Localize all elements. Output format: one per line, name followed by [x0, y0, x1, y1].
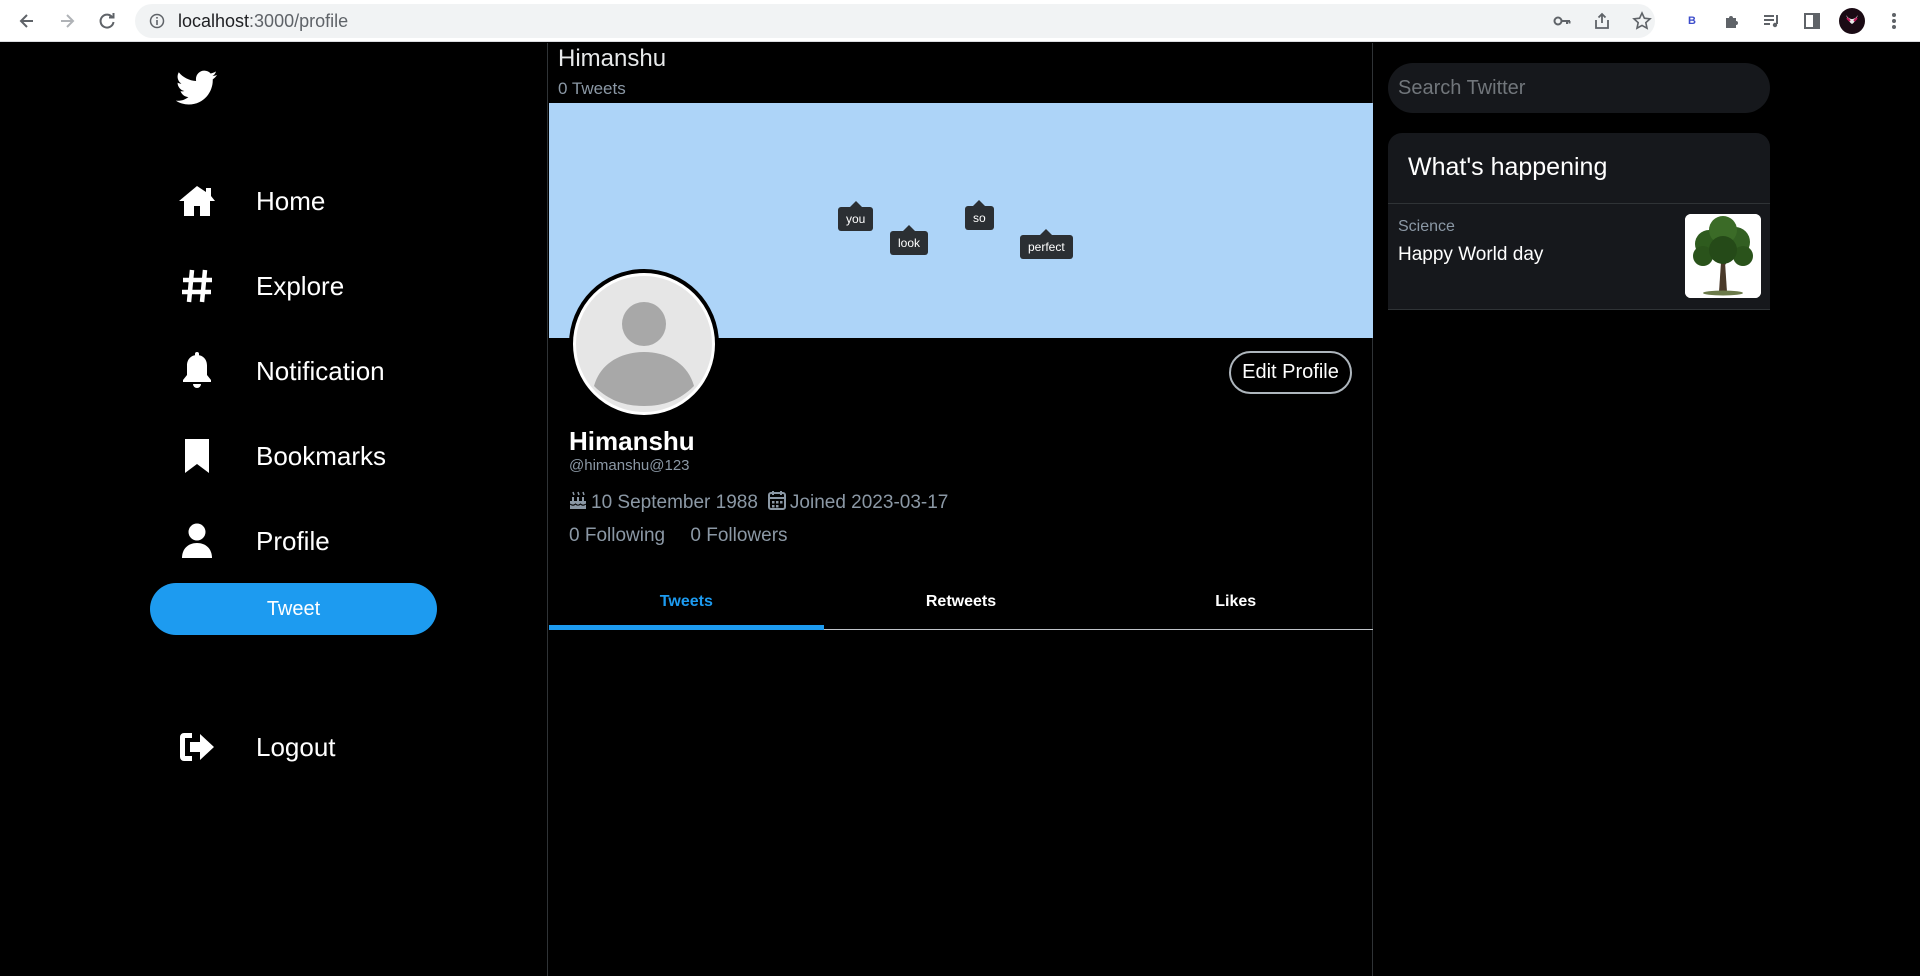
banner-tag: perfect	[1020, 229, 1073, 259]
address-bar[interactable]: localhost:3000/profile	[135, 4, 1655, 38]
site-info-icon[interactable]	[149, 13, 165, 34]
reload-icon[interactable]	[93, 7, 121, 35]
following-count[interactable]: 0 Following	[569, 525, 665, 546]
banner-tag: you	[838, 201, 874, 231]
nav-label-notification: Notification	[256, 355, 385, 386]
nav-explore[interactable]: Explore	[176, 261, 344, 311]
profile-avatar[interactable]	[569, 269, 719, 419]
back-icon[interactable]	[13, 7, 41, 35]
calendar-icon	[767, 490, 790, 516]
app-root: Home Explore Notification Bookmarks Prof…	[0, 43, 1920, 976]
menu-dots-icon[interactable]	[1880, 7, 1908, 35]
joined-info: Joined 2023-03-17	[767, 490, 949, 516]
key-icon[interactable]	[1548, 7, 1576, 35]
search-input[interactable]	[1388, 63, 1770, 113]
tab-retweets[interactable]: Retweets	[824, 575, 1099, 629]
birthday-text: 10 September 1988	[591, 492, 758, 513]
profile-name: Himanshu	[569, 426, 695, 456]
header-name: Himanshu	[558, 45, 667, 72]
right-sidebar: What's happening Science Happy World day	[1388, 43, 1770, 976]
user-icon	[176, 520, 218, 562]
whats-happening-title: What's happening	[1408, 153, 1608, 181]
tab-likes[interactable]: Likes	[1098, 575, 1373, 629]
edit-profile-button[interactable]: Edit Profile	[1229, 351, 1352, 394]
cake-icon	[569, 490, 591, 516]
nav-bookmarks[interactable]: Bookmarks	[176, 431, 386, 481]
extension-b-icon[interactable]: B	[1678, 7, 1706, 35]
browser-toolbar: localhost:3000/profile B	[0, 0, 1920, 42]
nav-label-home: Home	[256, 185, 326, 216]
url-text: localhost:3000/profile	[178, 11, 349, 31]
trend-title: Happy World day	[1398, 244, 1544, 265]
nav-label-profile: Profile	[256, 525, 330, 556]
tweet-button[interactable]: Tweet	[150, 583, 437, 635]
bell-icon	[176, 350, 218, 392]
nav-profile[interactable]: Profile	[176, 516, 330, 566]
nav-notification[interactable]: Notification	[176, 346, 385, 396]
media-queue-icon[interactable]	[1758, 7, 1786, 35]
tab-tweets[interactable]: Tweets	[549, 575, 824, 630]
followers-count[interactable]: 0 Followers	[690, 525, 787, 546]
forward-icon[interactable]	[53, 7, 81, 35]
banner-tag: so	[965, 200, 994, 230]
extensions-puzzle-icon[interactable]	[1718, 7, 1746, 35]
banner-tag: look	[890, 225, 929, 255]
hashtag-icon	[176, 265, 218, 307]
trend-category: Science	[1398, 218, 1455, 235]
joined-text: Joined 2023-03-17	[789, 492, 949, 513]
share-icon[interactable]	[1588, 7, 1616, 35]
sidebar: Home Explore Notification Bookmarks Prof…	[0, 43, 548, 976]
side-panel-icon[interactable]	[1798, 7, 1826, 35]
profile-tabs: Tweets Retweets Likes	[549, 575, 1373, 630]
profile-meta: 10 September 1988 Joined 2023-03-17	[569, 490, 958, 516]
nav-logout[interactable]: Logout	[176, 722, 336, 772]
profile-handle: @himanshu@123	[569, 457, 690, 474]
star-icon[interactable]	[1628, 7, 1656, 35]
nav-home[interactable]: Home	[176, 176, 325, 226]
default-avatar-icon	[573, 273, 715, 415]
bookmark-icon	[176, 435, 218, 477]
twitter-bird-icon[interactable]	[175, 70, 218, 106]
follow-counts: 0 Following 0 Followers	[569, 525, 808, 547]
nav-label-logout: Logout	[256, 731, 336, 762]
home-icon	[176, 180, 218, 222]
nav-label-bookmarks: Bookmarks	[256, 440, 387, 471]
whats-happening-panel: What's happening Science Happy World day	[1388, 133, 1770, 310]
trend-item[interactable]: Science Happy World day	[1388, 204, 1770, 310]
birthday-info: 10 September 1988	[569, 490, 758, 516]
tree-image	[1685, 214, 1761, 298]
nav-label-explore: Explore	[256, 270, 345, 301]
header-tweet-count: 0 Tweets	[558, 79, 626, 98]
profile-avatar-icon[interactable]	[1838, 7, 1866, 35]
logout-icon	[176, 726, 218, 768]
profile-main: Himanshu 0 Tweets you look so perfect Ed…	[549, 43, 1373, 976]
